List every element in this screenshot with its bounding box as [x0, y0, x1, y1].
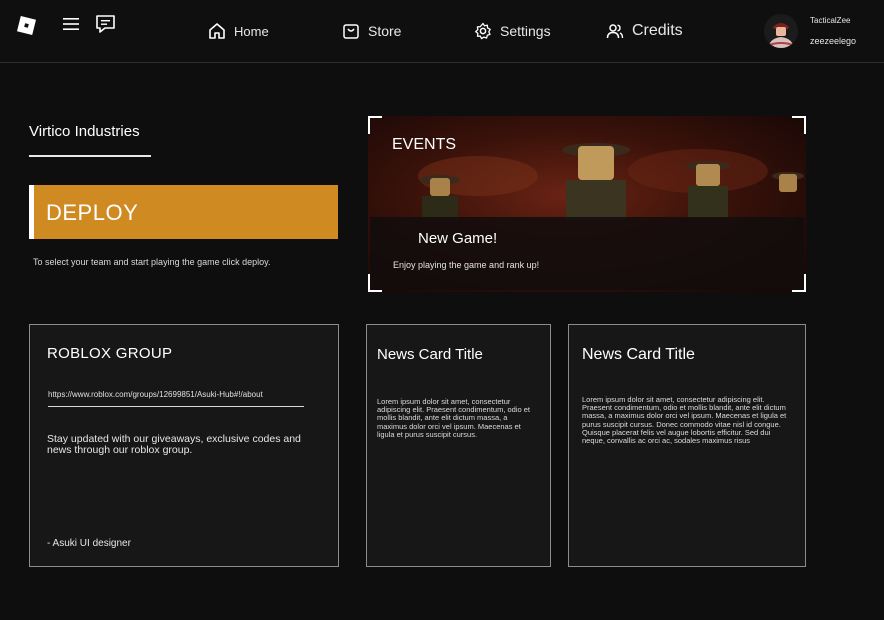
roblox-group-card: ROBLOX GROUP https://www.roblox.com/grou… [29, 324, 339, 567]
roblox-group-description: Stay updated with our giveaways, exclusi… [47, 433, 301, 456]
event-card[interactable]: New Game! Enjoy playing the game and ran… [370, 217, 804, 290]
menu-icon[interactable] [62, 15, 80, 33]
corner-top-right [792, 116, 806, 134]
event-card-title: New Game! [418, 230, 498, 247]
home-icon [209, 23, 225, 39]
news-card[interactable]: News Card Title Lorem ipsum dolor sit am… [568, 324, 806, 567]
top-bar: Home Store Settings Credits TacticalZee … [0, 0, 884, 63]
credits-icon [606, 24, 624, 39]
news-card-body: Lorem ipsum dolor sit amet, consectetur … [377, 397, 531, 439]
events-title: EVENTS [392, 136, 457, 153]
events-panel[interactable]: EVENTS New Game! Enjoy playing the game … [368, 116, 806, 292]
nav-store-label: Store [368, 23, 402, 39]
deploy-help-text: To select your team and start playing th… [33, 257, 271, 267]
roblox-group-link[interactable]: https://www.roblox.com/groups/12699851/A… [48, 390, 263, 399]
nav-credits-label: Credits [632, 22, 683, 39]
display-name: TacticalZee [810, 16, 851, 25]
username: zeezeelego [810, 36, 857, 46]
news-card-title: News Card Title [582, 346, 695, 363]
deploy-button[interactable]: DEPLOY [29, 185, 338, 239]
news-card[interactable]: News Card Title Lorem ipsum dolor sit am… [366, 324, 551, 567]
roblox-group-signature: - Asuki UI designer [47, 538, 131, 549]
event-card-desc: Enjoy playing the game and rank up! [393, 260, 540, 270]
group-title: Virtico Industries [29, 123, 140, 140]
nav-store[interactable]: Store [342, 20, 401, 42]
nav-home-label: Home [234, 23, 269, 39]
deploy-label: DEPLOY [46, 200, 139, 225]
roblox-logo[interactable] [17, 16, 36, 35]
nav-settings[interactable]: Settings [474, 20, 551, 42]
link-underline [48, 406, 304, 407]
chat-icon[interactable] [95, 14, 116, 35]
corner-top-left [368, 116, 382, 134]
settings-icon [475, 22, 491, 40]
roblox-group-title: ROBLOX GROUP [47, 345, 173, 362]
news-card-title: News Card Title [377, 346, 483, 363]
title-underline [29, 155, 151, 157]
nav-settings-label: Settings [500, 23, 551, 39]
avatar[interactable] [764, 14, 798, 48]
news-card-body: Lorem ipsum dolor sit amet, consectetur … [582, 395, 787, 446]
avatar-image [764, 14, 798, 48]
nav-home[interactable]: Home [208, 20, 269, 42]
store-icon [343, 24, 359, 39]
nav-credits[interactable]: Credits [606, 20, 683, 42]
